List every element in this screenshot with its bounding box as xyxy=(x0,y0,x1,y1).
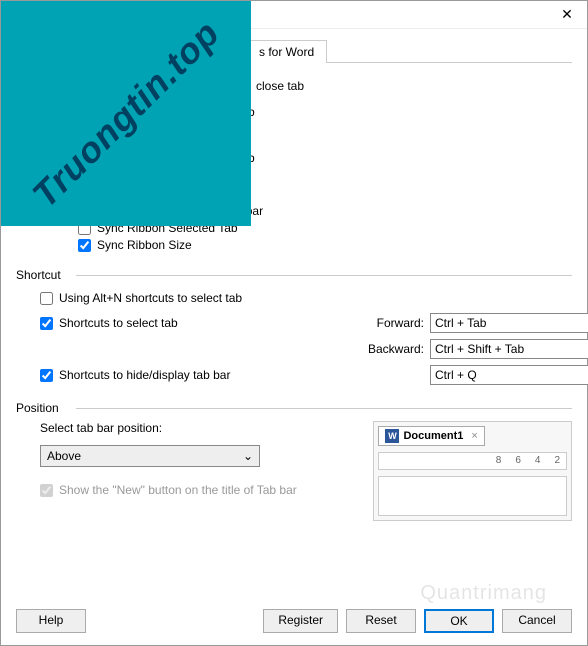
ok-button[interactable]: OK xyxy=(424,609,494,633)
preview-page xyxy=(378,476,567,516)
sync-size-checkbox[interactable] xyxy=(78,239,91,252)
position-select-value: Above xyxy=(47,449,81,463)
show-new-label: Show the "New" button on the title of Ta… xyxy=(59,483,297,497)
position-select[interactable]: Above ⌄ xyxy=(40,445,260,467)
shortcuts-select-checkbox[interactable] xyxy=(40,317,53,330)
show-new-checkbox xyxy=(40,484,53,497)
position-title: Position xyxy=(16,401,65,415)
forward-input[interactable]: Ctrl + Tab xyxy=(430,313,588,333)
position-preview: W Document1 × 8 6 4 2 xyxy=(373,421,572,521)
preview-doc-name: Document1 xyxy=(403,430,463,442)
shortcuts-select-label: Shortcuts to select tab xyxy=(59,316,178,330)
position-select-label: Select tab bar position: xyxy=(40,421,357,435)
close-icon: × xyxy=(471,430,477,442)
chevron-down-icon: ⌄ xyxy=(243,449,253,463)
ruler-tick: 8 xyxy=(496,455,502,467)
hide-input[interactable]: Ctrl + Q xyxy=(430,365,588,385)
preview-ruler: 8 6 4 2 xyxy=(378,452,567,470)
shortcuts-hide-label: Shortcuts to hide/display tab bar xyxy=(59,368,230,382)
word-icon: W xyxy=(385,429,399,443)
cancel-button[interactable]: Cancel xyxy=(502,609,572,633)
use-altn-label: Using Alt+N shortcuts to select tab xyxy=(59,291,242,305)
help-button[interactable]: Help xyxy=(16,609,86,633)
register-button[interactable]: Register xyxy=(263,609,338,633)
watermark-text: Truongtin.top xyxy=(24,12,228,216)
preview-doc-tab: W Document1 × xyxy=(378,426,484,446)
appearance-close-tab: close tab xyxy=(256,79,572,93)
backward-input[interactable]: Ctrl + Shift + Tab xyxy=(430,339,588,359)
position-section: Position Select tab bar position: Above … xyxy=(16,399,572,521)
ruler-tick: 4 xyxy=(535,455,541,467)
appearance-frag-1: b xyxy=(248,105,572,119)
shortcut-title: Shortcut xyxy=(16,268,67,282)
close-button[interactable]: ✕ xyxy=(547,1,587,29)
button-bar: Help Register Reset OK Cancel xyxy=(16,609,572,633)
ruler-tick: 6 xyxy=(515,455,521,467)
appearance-frag-2: b xyxy=(248,151,572,165)
shortcuts-hide-checkbox[interactable] xyxy=(40,369,53,382)
shortcut-section: Shortcut Using Alt+N shortcuts to select… xyxy=(16,266,572,385)
ruler-tick: 2 xyxy=(554,455,560,467)
sync-size-label: Sync Ribbon Size xyxy=(97,238,192,252)
use-altn-checkbox[interactable] xyxy=(40,292,53,305)
watermark-overlay: Truongtin.top xyxy=(1,1,251,226)
reset-button[interactable]: Reset xyxy=(346,609,416,633)
background-watermark: Quantrimang xyxy=(420,582,547,605)
tab-for-word[interactable]: s for Word xyxy=(246,40,327,63)
backward-label: Backward: xyxy=(360,342,430,356)
forward-label: Forward: xyxy=(360,316,430,330)
